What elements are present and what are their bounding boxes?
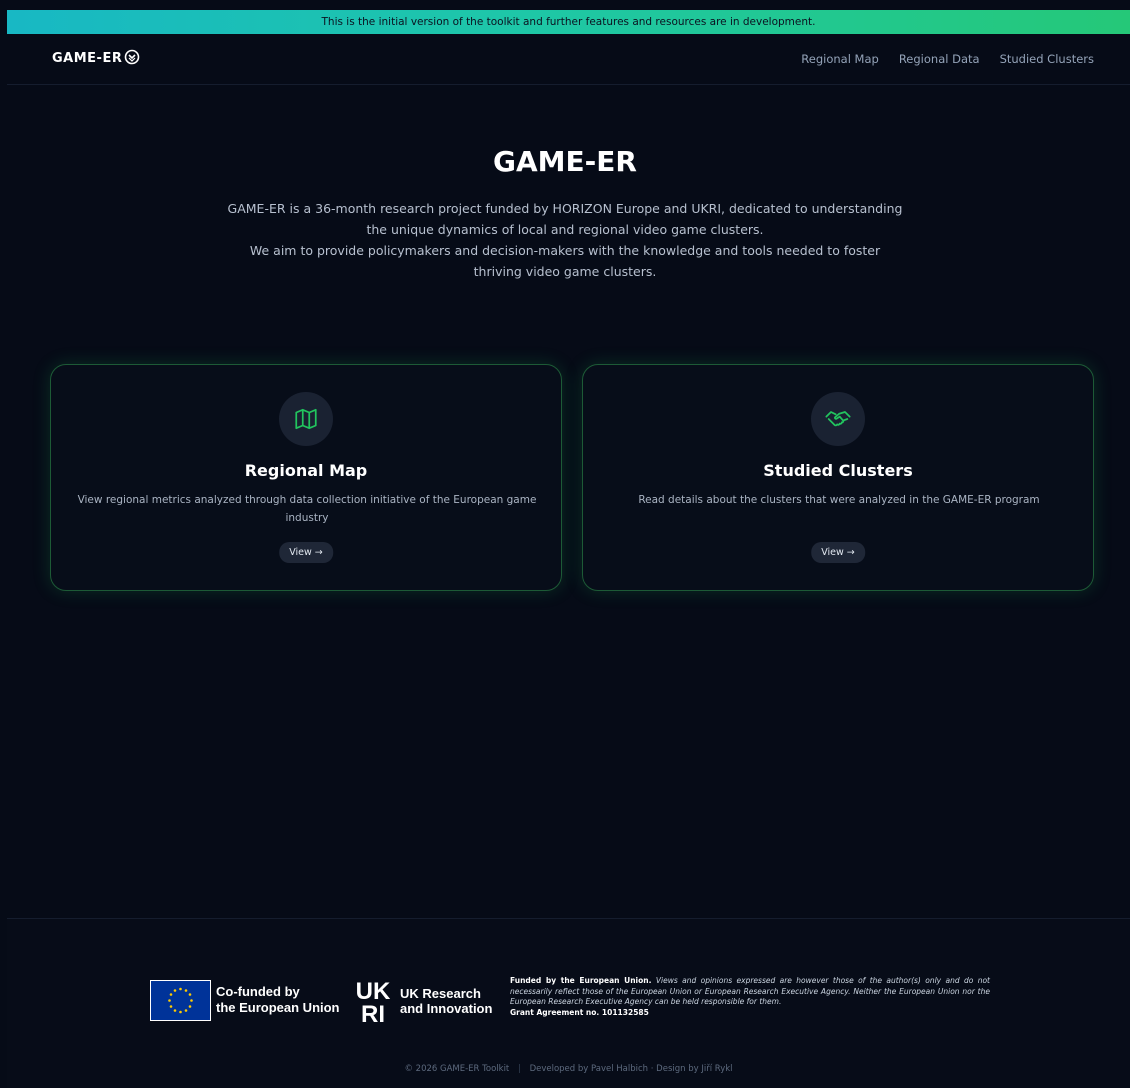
handshake-icon bbox=[811, 392, 865, 446]
funding-disclaimer: Funded by the European Union. Views and … bbox=[510, 976, 990, 1018]
hero-paragraph-2: We aim to provide policymakers and decis… bbox=[249, 243, 881, 279]
svg-text:RI: RI bbox=[361, 1001, 385, 1024]
banner-text: This is the initial version of the toolk… bbox=[321, 16, 816, 28]
eu-flag-icon bbox=[150, 980, 211, 1021]
eu-line-2: the European Union bbox=[216, 1000, 340, 1015]
card-description: View regional metrics analyzed through d… bbox=[77, 494, 537, 524]
view-studied-clusters-button[interactable]: View → bbox=[811, 542, 865, 563]
top-navigation: GAME-ER Regional Map Regional Data Studi… bbox=[7, 34, 1130, 85]
ukri-line-1: UK Research bbox=[400, 986, 481, 1001]
regional-map-card[interactable]: Regional Map View regional metrics analy… bbox=[50, 364, 562, 591]
map-icon bbox=[279, 392, 333, 446]
dev-notice-banner: This is the initial version of the toolk… bbox=[7, 10, 1130, 34]
copyright-text: © 2026 GAME-ER Toolkit bbox=[404, 1064, 510, 1074]
main-nav: Regional Map Regional Data Studied Clust… bbox=[801, 52, 1094, 66]
nav-regional-map[interactable]: Regional Map bbox=[801, 52, 879, 66]
card-title: Studied Clusters bbox=[763, 461, 913, 480]
card-title: Regional Map bbox=[244, 461, 368, 480]
hero-description: GAME-ER is a 36-month research project f… bbox=[225, 198, 905, 282]
card-description: Read details about the clusters that wer… bbox=[638, 494, 1040, 506]
disclaimer-bold: Funded by the European Union. bbox=[510, 976, 652, 985]
hero-paragraph-1: GAME-ER is a 36-month research project f… bbox=[227, 201, 903, 237]
nav-regional-data[interactable]: Regional Data bbox=[899, 52, 980, 66]
eu-cofunded-label: Co-funded by the European Union bbox=[216, 984, 340, 1016]
separator: | bbox=[517, 1064, 521, 1074]
ukri-line-2: and Innovation bbox=[400, 1001, 493, 1016]
copyright-bar: © 2026 GAME-ER Toolkit | Developed by Pa… bbox=[7, 1064, 1130, 1074]
nav-studied-clusters[interactable]: Studied Clusters bbox=[1000, 52, 1094, 66]
logo[interactable]: GAME-ER bbox=[52, 49, 140, 66]
logo-icon bbox=[125, 49, 140, 64]
ukri-logo-icon: UK RI bbox=[351, 978, 395, 1028]
credits-text: Developed by Pavel Halbich · Design by J… bbox=[529, 1064, 733, 1074]
ukri-label: UK Research and Innovation bbox=[400, 986, 492, 1016]
footer: Co-funded by the European Union UK RI UK… bbox=[7, 918, 1130, 1088]
view-regional-map-button[interactable]: View → bbox=[279, 542, 333, 563]
eu-line-1: Co-funded by bbox=[216, 984, 300, 999]
studied-clusters-card[interactable]: Studied Clusters Read details about the … bbox=[582, 364, 1094, 591]
page-title: GAME-ER bbox=[493, 145, 637, 178]
logo-text: GAME-ER bbox=[52, 51, 123, 66]
grant-number: Grant Agreement no. 101132585 bbox=[510, 1007, 649, 1017]
